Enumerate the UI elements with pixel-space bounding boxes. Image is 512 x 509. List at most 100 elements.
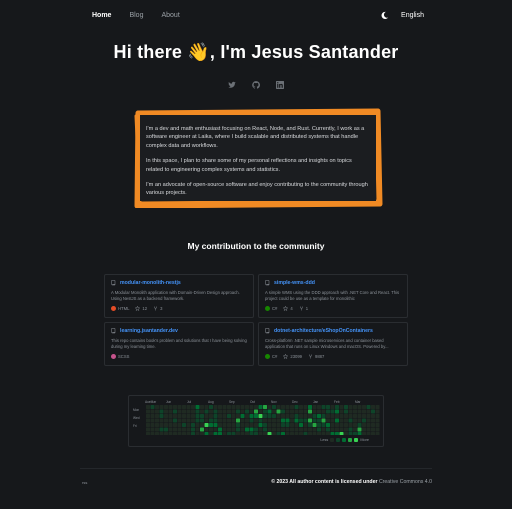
contribution-cell <box>276 427 281 432</box>
repo-card[interactable]: modular-monolith-nestjs A Modular Monoli… <box>104 274 254 318</box>
nav-about-link[interactable]: About <box>161 12 179 19</box>
language-selector[interactable]: English <box>401 12 424 19</box>
month-label: Jan <box>313 400 319 404</box>
contribution-cell <box>290 414 294 418</box>
contribution-cell <box>294 414 299 418</box>
contribution-cell <box>155 405 159 409</box>
repo-description: A simple WMS using the DDD approach with… <box>265 290 400 301</box>
contribution-cell <box>186 427 191 432</box>
contribution-cell <box>258 414 263 418</box>
page-title: Hi there 👋, I'm Jesus Santander <box>113 42 399 62</box>
contribution-cell <box>276 418 281 423</box>
contribution-cell <box>168 409 173 414</box>
repo-name-link[interactable]: modular-monolith-nestjs <box>120 280 181 286</box>
nav-home-link[interactable]: Home <box>92 12 111 19</box>
contribution-cell <box>308 432 312 435</box>
linkedin-icon[interactable] <box>276 81 284 89</box>
contribution-cell <box>245 418 249 423</box>
repo-cards: modular-monolith-nestjs A Modular Monoli… <box>104 274 408 366</box>
repo-name-link[interactable]: simple-wms-ddd <box>274 280 315 286</box>
contribution-cell <box>213 418 218 423</box>
github-icon[interactable] <box>252 81 260 89</box>
contribution-cell <box>285 432 290 435</box>
contribution-cell <box>294 405 299 409</box>
fork-icon <box>309 354 312 359</box>
contribution-cell <box>204 427 209 432</box>
moon-icon[interactable] <box>380 11 389 20</box>
contribution-cell <box>146 427 150 432</box>
contribution-cell <box>290 427 294 432</box>
contribution-cell <box>249 423 254 427</box>
contribution-cell <box>330 405 335 409</box>
repo-card[interactable]: learning.jsantander.dev This repo contai… <box>104 322 254 366</box>
contribution-cell <box>186 432 191 435</box>
contribution-cell <box>200 418 204 423</box>
contribution-cell <box>330 418 335 423</box>
contribution-cell <box>299 418 303 423</box>
contribution-cell <box>249 432 254 435</box>
contribution-cell <box>146 405 150 409</box>
repo-icon <box>111 328 116 334</box>
contribution-cell <box>303 432 308 435</box>
contribution-cell <box>159 409 164 414</box>
contribution-cell <box>326 409 330 414</box>
contribution-cell <box>245 409 249 414</box>
contribution-cell <box>222 405 227 409</box>
repo-name-link[interactable]: learning.jsantander.dev <box>120 328 178 334</box>
contribution-cell <box>330 414 335 418</box>
contribution-cell <box>168 432 173 435</box>
contribution-cell <box>281 414 285 418</box>
contribution-cell <box>213 405 218 409</box>
repo-name-link[interactable]: dotnet-architecture/eShopOnContainers <box>274 328 373 334</box>
contribution-cell <box>240 409 245 414</box>
twitter-icon[interactable] <box>228 81 236 89</box>
contribution-cell <box>191 427 195 432</box>
contribution-cell <box>240 427 245 432</box>
month-label: AueMar <box>145 400 157 404</box>
contribution-cell <box>362 427 366 432</box>
contribution-cell <box>321 427 326 432</box>
repo-stars: 23099 <box>290 354 303 359</box>
contribution-cell <box>155 409 159 414</box>
contribution-cell <box>186 418 191 423</box>
license-link[interactable]: Creative Commons 4.0 <box>379 479 432 485</box>
nav-blog-link[interactable]: Blog <box>129 12 143 19</box>
contribution-cell <box>218 409 222 414</box>
contribution-cell <box>258 432 263 435</box>
contribution-cell <box>249 409 254 414</box>
contribution-cell <box>294 427 299 432</box>
contribution-cell <box>357 409 362 414</box>
contribution-cell <box>191 409 195 414</box>
contribution-cell <box>186 409 191 414</box>
rss-link[interactable]: rss <box>82 480 87 485</box>
contribution-cell <box>263 423 267 427</box>
contribution-cell <box>303 414 308 418</box>
contribution-cell <box>281 432 285 435</box>
contribution-cell <box>177 418 182 423</box>
repo-language: C# <box>272 354 278 359</box>
repo-forks: 1 <box>305 306 309 311</box>
contribution-cell <box>231 409 236 414</box>
contribution-cell <box>272 405 276 409</box>
contribution-cell <box>182 414 186 418</box>
contribution-cell <box>321 414 326 418</box>
contribution-cell <box>218 432 222 435</box>
contribution-cell <box>272 414 276 418</box>
contribution-cell <box>344 418 348 423</box>
contribution-cell <box>348 423 353 427</box>
contribution-cell <box>362 423 366 427</box>
repo-card[interactable]: simple-wms-ddd A simple WMS using the DD… <box>258 274 408 318</box>
contribution-cell <box>348 414 353 418</box>
language-dot <box>111 306 116 311</box>
contribution-cell <box>254 409 258 414</box>
month-label: Feb <box>334 400 340 404</box>
bio-card: I'm a dev and math enthusiast focusing o… <box>132 108 384 208</box>
contribution-cell <box>195 423 200 427</box>
month-label: Jul <box>187 400 192 404</box>
contribution-cell <box>195 427 200 432</box>
contribution-cell <box>344 432 348 435</box>
month-label: Dec <box>292 400 298 404</box>
contribution-cell <box>236 432 240 435</box>
repo-card[interactable]: dotnet-architecture/eShopOnContainers Cr… <box>258 322 408 366</box>
contribution-cell <box>285 409 290 414</box>
